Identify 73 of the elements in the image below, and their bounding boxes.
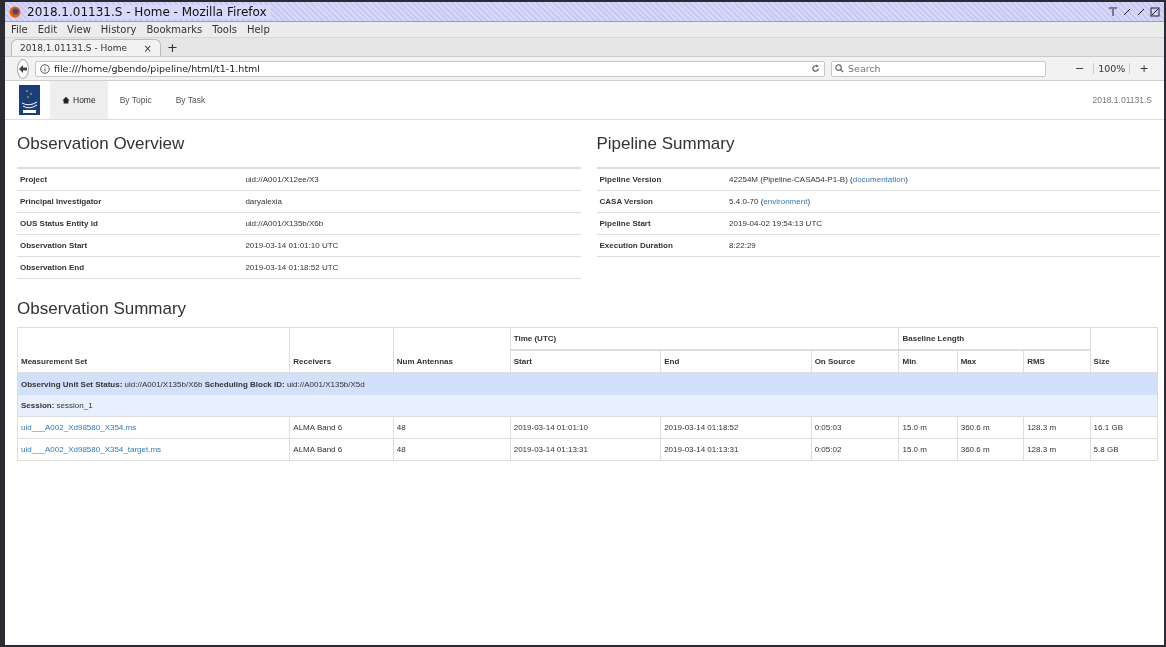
back-arrow-icon [18,63,28,74]
field-value: uid://A001/X135b/X6b [242,212,581,235]
table-cell: 5.8 GB [1090,438,1158,461]
field-value: uid://A001/X12ee/X3 [242,168,581,191]
nav-link[interactable]: By Topic [107,81,164,119]
firefox-icon [9,5,21,18]
new-tab-button[interactable]: + [167,39,178,56]
zoom-in-button[interactable]: + [1136,62,1152,75]
table-cell: 15.0 m [898,416,958,439]
session-row: Session: session_1 [17,395,1158,417]
table-cell: 48 [393,438,511,461]
field-label: Pipeline Version [596,168,727,191]
menu-item[interactable]: File [11,24,28,35]
field-value: 2019-03-14 01:18:52 UTC [242,256,581,279]
field-value: 2019-03-14 01:01:10 UTC [242,234,581,257]
table-cell: 48 [393,416,511,439]
close-icon[interactable] [1150,6,1160,17]
field-value: 5.4.0-70 (environment) [726,190,1160,213]
nav-link[interactable]: Home [50,81,108,119]
column-group-header: Time (UTC) [510,327,899,350]
table-cell: 128.3 m [1023,438,1091,461]
field-label: Project [17,168,243,191]
field-value: daryalexia [242,190,581,213]
menu-item[interactable]: Edit [37,24,58,35]
menu-item[interactable]: View [67,24,91,35]
info-icon[interactable] [40,63,50,74]
menu-item[interactable]: Tools [212,24,237,35]
table-cell: 128.3 m [1023,416,1091,439]
field-value: 8:22:29 [726,234,1160,257]
field-value: 2019-04-02 19:54:13 UTC [726,212,1160,235]
field-label: Observation Start [17,234,243,257]
zoom-out-button[interactable]: − [1072,62,1088,75]
reload-icon[interactable] [811,64,820,73]
field-label: Observation End [17,256,243,279]
menu-item[interactable]: Bookmarks [146,24,203,35]
section-title: Pipeline Summary [596,134,736,154]
table-cell: 360.6 m [957,416,1024,439]
window-title: 2018.1.01131.S - Home - Mozilla Firefox [27,4,271,19]
table-cell: 2019-03-14 01:18:52 [660,416,812,439]
field-label: Principal Investigator [17,190,243,213]
field-label: Pipeline Start [596,212,727,235]
back-button[interactable] [17,58,29,79]
search-icon [835,63,844,73]
table-cell: ALMA Band 6 [289,416,394,439]
group-row: Observing Unit Set Status: uid://A001/X135b/X6b Scheduling Block ID: uid://A001/X135b/X5d [17,373,1158,395]
section-title: Observation Summary [17,299,188,319]
table-cell: 2019-03-14 01:01:10 [510,416,661,439]
menu-item[interactable]: History [100,24,137,35]
table-cell: 0:05:03 [811,416,899,439]
field-value: 42254M (Pipeline-CASA54-P1-B) (documentation) [726,168,1160,191]
address-bar[interactable]: file:///home/gbendo/pipeline/html/t1-1.html [35,60,825,77]
close-tab-button[interactable]: × [143,42,152,54]
column-group-header: Baseline Length [898,327,1091,350]
table-cell: 16.1 GB [1090,416,1158,439]
browser-tab[interactable]: 2018.1.01131.S - Home × [11,39,161,56]
search-field[interactable]: Search [831,60,1046,77]
table-cell: ALMA Band 6 [289,438,394,461]
table-cell: 360.6 m [957,438,1024,461]
field-label: Execution Duration [596,234,727,257]
field-label: CASA Version [596,190,727,213]
section-title: Observation Overview [17,134,186,154]
project-code: 2018.1.01131.S [1092,95,1153,105]
table-cell: 2019-03-14 01:13:31 [660,438,812,461]
home-icon [62,96,70,104]
table-cell: 0:05:02 [811,438,899,461]
file-link[interactable]: uid___A002_Xd98580_X354.ms [21,423,137,432]
alma-logo [19,85,40,115]
nav-link[interactable]: By Task [163,81,218,119]
field-label: OUS Status Entity id [17,212,243,235]
menu-item[interactable]: Help [246,24,270,35]
zoom-level[interactable]: 100% [1093,63,1131,74]
table-cell: 15.0 m [898,438,958,461]
table-cell: 2019-03-14 01:13:31 [510,438,661,461]
